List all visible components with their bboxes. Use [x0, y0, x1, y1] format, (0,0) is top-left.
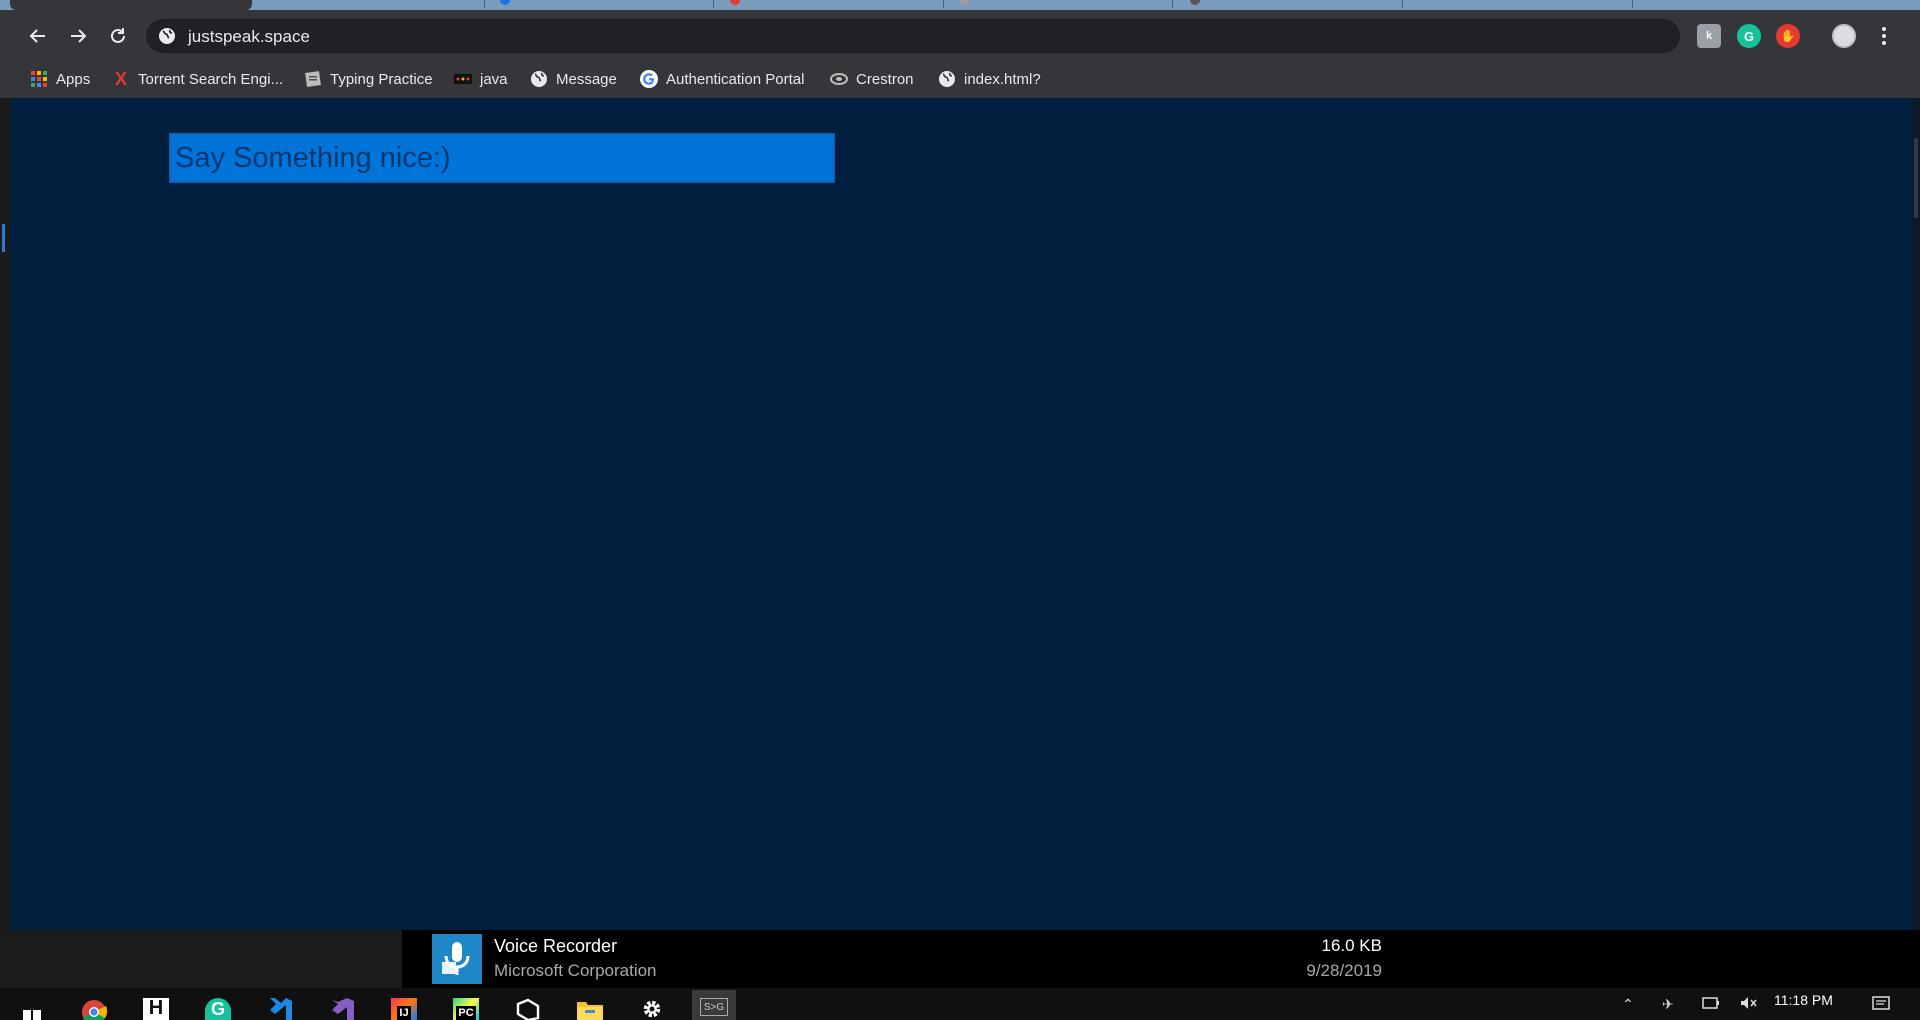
bookmark-index-html[interactable]: index.html? [938, 68, 1041, 90]
bookmark-java[interactable]: java [454, 68, 508, 90]
notification-size: 16.0 KB [1321, 936, 1383, 955]
volume-muted-icon[interactable] [1740, 996, 1758, 1013]
taskbar-visual-studio[interactable] [320, 990, 364, 1020]
folder-icon [577, 1002, 603, 1020]
start-button[interactable] [10, 990, 54, 1020]
bookmark-label: Crestron [856, 70, 914, 88]
notification-app-name: Voice Recorder [494, 936, 618, 956]
pycharm-icon: PC [453, 998, 479, 1020]
bookmark-apps[interactable]: Apps [30, 68, 90, 90]
bookmark-authentication-portal[interactable]: Authentication Portal [640, 68, 804, 90]
menu-dot-icon [1882, 27, 1886, 31]
address-bar[interactable]: justspeak.space [146, 19, 1680, 53]
edge-indicator [2, 224, 5, 252]
hackerrank-icon: H [143, 997, 169, 1020]
microphone-icon [442, 942, 470, 975]
bookmark-crestron[interactable]: Crestron [830, 68, 914, 90]
page-scrollbar[interactable] [1912, 98, 1920, 930]
battery-icon[interactable] [1702, 996, 1720, 1012]
taskbar-pycharm[interactable]: PC [444, 990, 488, 1020]
notification-publisher: Microsoft Corporation [494, 961, 657, 980]
bookmark-label: index.html? [964, 70, 1041, 88]
airplane-mode-icon[interactable]: ✈ [1662, 996, 1674, 1013]
globe-icon [159, 28, 175, 44]
left-window-edge [0, 98, 10, 930]
grammarly-icon: G [205, 998, 231, 1020]
voice-recorder-app-icon [432, 934, 482, 984]
tab-favicon [730, 0, 740, 5]
adblock-button[interactable]: ✋ [1776, 24, 1800, 48]
taskbar-clock[interactable]: 11:18 PM [1774, 992, 1833, 1008]
bookmark-label: Typing Practice [330, 70, 433, 88]
profile-avatar[interactable] [1832, 24, 1856, 48]
say-something-input[interactable] [169, 133, 835, 183]
action-center-icon[interactable] [1872, 996, 1890, 1015]
bookmark-label: Apps [56, 70, 91, 88]
windows-logo-icon [23, 1010, 41, 1020]
bookmark-label: Authentication Portal [666, 70, 805, 88]
chrome-icon [82, 1000, 107, 1020]
browser-menu-button[interactable] [1874, 22, 1894, 50]
bookmark-label: Torrent Search Engi... [138, 70, 284, 88]
tab-strip [0, 0, 1920, 10]
windows-taskbar: H G IJ PC S>G ⌃ ✈ 11:18 PM [0, 988, 1920, 1020]
taskbar-justspeak-active[interactable]: S>G [692, 990, 736, 1020]
page-content [10, 98, 1912, 930]
taskbar-grammarly[interactable]: G [196, 990, 240, 1020]
bookmark-typing-practice[interactable]: Typing Practice [304, 68, 433, 90]
globe-icon [530, 70, 548, 88]
arrow-right-icon [71, 29, 87, 43]
forward-button[interactable] [64, 22, 92, 50]
bookmark-message[interactable]: Message [530, 68, 617, 90]
speech-app-icon: S>G [700, 998, 728, 1016]
arrow-left-icon [29, 29, 45, 43]
back-button[interactable] [24, 22, 52, 50]
desktop-screen: justspeak.space k G ✋ Apps X Torrent Sea… [0, 0, 1920, 1020]
grammarly-button[interactable]: G [1737, 24, 1761, 48]
scrollbar-thumb[interactable] [1914, 138, 1918, 218]
tab-favicon [960, 0, 970, 5]
bookmark-label: Message [556, 70, 617, 88]
globe-icon [938, 70, 956, 88]
typing-practice-icon [304, 70, 322, 88]
gear-icon [643, 1000, 661, 1018]
bookmark-label: java [480, 70, 508, 88]
tab-favicon [500, 0, 510, 5]
voice-recorder-notification[interactable]: Voice Recorder Microsoft Corporation 16.… [402, 930, 1920, 988]
reload-icon [111, 28, 125, 43]
tab-favicon [1190, 0, 1200, 5]
taskbar-unity[interactable] [506, 990, 550, 1020]
taskbar-chrome[interactable] [72, 990, 116, 1020]
notification-date: 9/28/2019 [1306, 961, 1382, 980]
taskbar-hackerrank[interactable]: H [134, 990, 178, 1020]
intellij-icon: IJ [391, 998, 417, 1020]
extension-icon[interactable]: k [1697, 24, 1721, 48]
visual-studio-icon [332, 998, 354, 1020]
grammarly-icon: G [1743, 28, 1755, 44]
url-text: justspeak.space [188, 27, 310, 46]
tab-active[interactable] [10, 0, 252, 10]
google-icon [640, 70, 658, 88]
unity-icon [516, 998, 540, 1020]
java-icon [454, 70, 472, 88]
hand-stop-icon: ✋ [1780, 29, 1796, 43]
apps-grid-icon [30, 70, 48, 88]
vscode-icon [270, 998, 292, 1020]
bookmarks-bar: Apps X Torrent Search Engi... Typing Pra… [0, 60, 1920, 98]
browser-toolbar: justspeak.space k G ✋ [0, 10, 1920, 60]
crestron-icon [830, 70, 848, 88]
taskbar-intellij[interactable]: IJ [382, 990, 426, 1020]
keyboard-extension-icon: k [1705, 30, 1713, 42]
bookmark-torrent-search[interactable]: X Torrent Search Engi... [112, 68, 283, 90]
taskbar-vscode[interactable] [258, 990, 302, 1020]
taskbar-file-explorer[interactable] [568, 990, 612, 1020]
tray-chevron-up-icon[interactable]: ⌃ [1622, 996, 1634, 1013]
torrent-x-icon: X [114, 68, 127, 89]
reload-button[interactable] [104, 22, 132, 50]
taskbar-settings[interactable] [630, 990, 674, 1020]
